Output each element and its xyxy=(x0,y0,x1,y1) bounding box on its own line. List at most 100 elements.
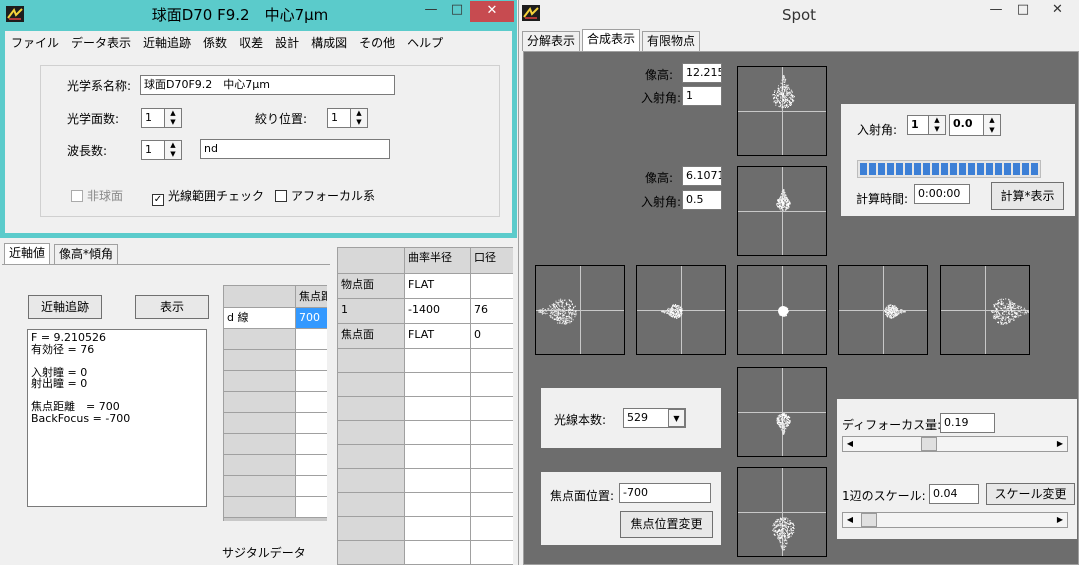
spot-point xyxy=(675,309,676,311)
surfaces-spinner[interactable]: ▲ ▼ xyxy=(164,108,182,128)
table-cell[interactable] xyxy=(405,469,471,493)
focal-position-field[interactable]: -700 xyxy=(619,483,711,503)
menu-other[interactable]: その他 xyxy=(353,36,401,50)
incidence-field-mid[interactable]: 0.5 xyxy=(682,190,722,210)
table-cell[interactable]: 0 xyxy=(471,324,513,349)
calc-incidence-frac-spinner[interactable]: ▲ ▼ xyxy=(983,114,1001,136)
defocus-field[interactable]: 0.19 xyxy=(940,413,995,433)
menu-data-display[interactable]: データ表示 xyxy=(65,36,137,50)
table-cell[interactable] xyxy=(471,517,513,541)
table-cell[interactable] xyxy=(471,373,513,397)
tab-paraxial[interactable]: 近軸値 xyxy=(4,243,51,265)
calc-time-field[interactable]: 0:00:00 xyxy=(914,184,970,204)
table-cell[interactable] xyxy=(405,541,471,565)
aspheric-checkbox[interactable]: 非球面 xyxy=(71,187,123,204)
grid-cell[interactable] xyxy=(296,329,327,350)
system-name-field[interactable]: 球面D70F9.2 中心7μm xyxy=(140,75,395,95)
table-cell[interactable] xyxy=(471,421,513,445)
scroll-right-icon[interactable]: ▶ xyxy=(1053,513,1067,527)
table-cell[interactable] xyxy=(405,445,471,469)
surfaces-field[interactable]: 1 xyxy=(141,108,165,128)
table-cell[interactable] xyxy=(405,517,471,541)
table-cell[interactable]: 76 xyxy=(471,299,513,324)
table-cell[interactable]: FLAT xyxy=(405,324,471,349)
show-button[interactable]: 表示 xyxy=(135,295,209,319)
menu-paraxial[interactable]: 近軸追跡 xyxy=(137,36,197,50)
table-cell[interactable] xyxy=(471,349,513,373)
calc-incidence-int-spinner[interactable]: ▲ ▼ xyxy=(928,115,946,135)
spot-point xyxy=(560,301,562,303)
table-cell[interactable] xyxy=(471,541,513,565)
stop-spinner[interactable]: ▲ ▼ xyxy=(350,108,368,128)
calc-incidence-frac-field[interactable]: 0.0 xyxy=(949,114,984,136)
table-cell[interactable] xyxy=(405,421,471,445)
wavelengths-field[interactable]: 1 xyxy=(141,140,165,160)
image-height-field-top[interactable]: 12.215 xyxy=(682,63,722,83)
spot-point xyxy=(782,517,784,519)
table-cell[interactable] xyxy=(405,493,471,517)
tab-decomposed[interactable]: 分解表示 xyxy=(522,31,581,51)
spot-minimize-button[interactable]: — xyxy=(983,0,1009,22)
spot-app-icon[interactable] xyxy=(522,5,540,21)
table-cell[interactable] xyxy=(405,349,471,373)
scroll-left-icon[interactable]: ◀ xyxy=(843,437,857,451)
tab-image-height-angle[interactable]: 像高*傾角 xyxy=(54,244,119,264)
menu-aberration[interactable]: 収差 xyxy=(233,36,269,50)
scroll-right-icon[interactable]: ▶ xyxy=(1053,437,1067,451)
tab-finite-object[interactable]: 有限物点 xyxy=(642,31,701,51)
spot-close-button[interactable]: ✕ xyxy=(1036,0,1079,22)
table-cell[interactable] xyxy=(471,397,513,421)
grid-cell[interactable] xyxy=(296,455,327,476)
grid-row-value[interactable]: 700 xyxy=(296,308,327,329)
paraxial-trace-button[interactable]: 近軸追跡 xyxy=(28,295,102,319)
spot-point xyxy=(550,306,552,308)
menu-help[interactable]: ヘルプ xyxy=(401,36,449,50)
afocal-checkbox[interactable]: アフォーカル系 xyxy=(275,187,375,204)
slider-thumb[interactable] xyxy=(860,513,877,527)
grid-cell[interactable] xyxy=(296,392,327,413)
grid-cell[interactable] xyxy=(296,476,327,497)
grid-cell[interactable] xyxy=(296,371,327,392)
grid-cell[interactable] xyxy=(296,434,327,455)
spot-maximize-button[interactable]: □ xyxy=(1010,0,1036,22)
change-focus-button[interactable]: 焦点位置変更 xyxy=(620,511,713,538)
table-cell[interactable]: -1400 xyxy=(405,299,471,324)
table-cell[interactable] xyxy=(405,397,471,421)
maximize-button[interactable]: □ xyxy=(444,0,470,22)
grid-cell[interactable] xyxy=(296,413,327,434)
spot-point xyxy=(779,531,781,533)
chevron-down-icon[interactable]: ▼ xyxy=(668,409,685,427)
calc-display-button[interactable]: 計算*表示 xyxy=(991,182,1064,210)
image-height-field-mid[interactable]: 6.1071 xyxy=(682,166,722,186)
incidence-field-top[interactable]: 1 xyxy=(682,86,722,106)
menu-design[interactable]: 設計 xyxy=(269,36,305,50)
menu-layout[interactable]: 構成図 xyxy=(305,36,353,50)
scale-slider[interactable]: ◀ ▶ xyxy=(842,512,1068,528)
tab-composite[interactable]: 合成表示 xyxy=(582,29,641,52)
defocus-slider[interactable]: ◀ ▶ xyxy=(842,436,1068,452)
wavelength-name-field[interactable]: nd xyxy=(200,139,390,159)
menu-file[interactable]: ファイル xyxy=(5,36,65,50)
table-cell[interactable] xyxy=(471,493,513,517)
table-cell[interactable] xyxy=(471,469,513,493)
table-cell[interactable] xyxy=(471,274,513,299)
spot-point xyxy=(787,423,789,425)
grid-cell[interactable] xyxy=(296,350,327,371)
grid-cell[interactable] xyxy=(296,497,327,518)
slider-thumb[interactable] xyxy=(920,437,937,451)
table-cell[interactable]: FLAT xyxy=(405,274,471,299)
wavelengths-spinner[interactable]: ▲ ▼ xyxy=(164,140,182,160)
table-cell[interactable] xyxy=(471,445,513,469)
ray-check-checkbox[interactable]: ✓ 光線範囲チェック xyxy=(152,187,264,206)
menu-coefficients[interactable]: 係数 xyxy=(197,36,233,50)
minimize-button[interactable]: — xyxy=(418,0,444,22)
calc-incidence-int-field[interactable]: 1 xyxy=(907,115,929,135)
app-icon[interactable] xyxy=(6,6,24,22)
change-scale-button[interactable]: スケール変更 xyxy=(986,483,1075,505)
stop-field[interactable]: 1 xyxy=(327,108,351,128)
scale-field[interactable]: 0.04 xyxy=(929,484,979,504)
scroll-left-icon[interactable]: ◀ xyxy=(843,513,857,527)
close-button[interactable]: ✕ xyxy=(470,1,514,22)
spot-point xyxy=(788,530,790,532)
table-cell[interactable] xyxy=(405,373,471,397)
